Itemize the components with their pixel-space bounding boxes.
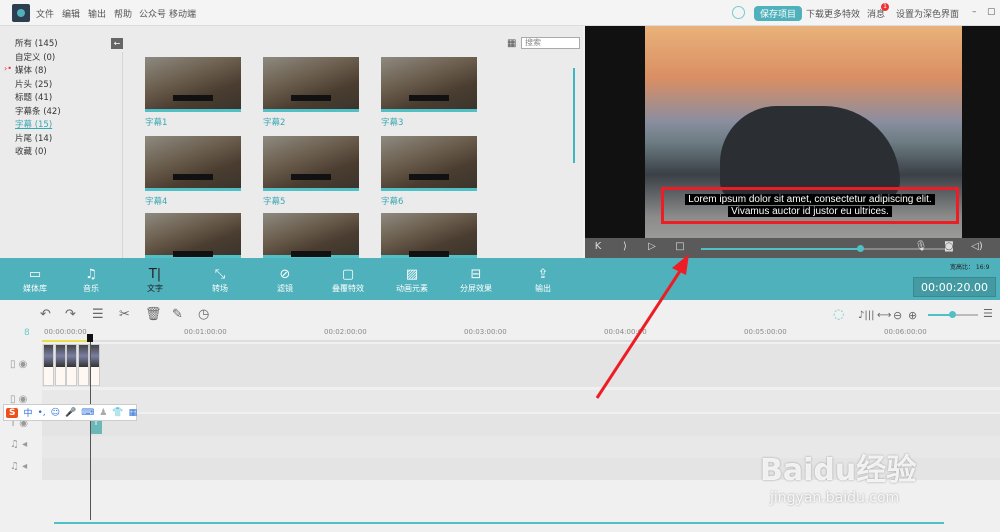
annotation-arrow	[595, 254, 689, 399]
